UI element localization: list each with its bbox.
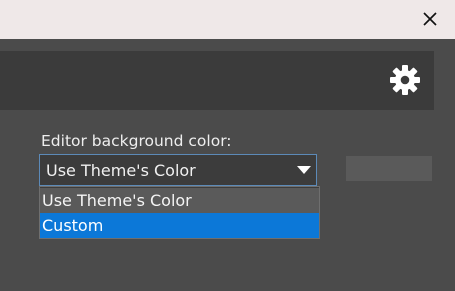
- title-bar: [0, 0, 455, 39]
- settings-button[interactable]: [389, 64, 421, 96]
- dropdown-option-use-theme[interactable]: Use Theme's Color: [40, 188, 319, 213]
- dropdown-list: Use Theme's Color Custom: [39, 186, 320, 239]
- settings-panel: Editor background color: Use Theme's Col…: [0, 39, 455, 291]
- close-button[interactable]: [418, 7, 442, 31]
- chevron-down-icon: [297, 166, 311, 174]
- close-icon: [423, 12, 437, 26]
- background-color-select[interactable]: Use Theme's Color: [39, 154, 317, 186]
- editor-background-label: Editor background color:: [41, 132, 232, 150]
- header-bar: [0, 51, 434, 110]
- color-swatch[interactable]: [346, 156, 432, 181]
- dropdown-option-custom[interactable]: Custom: [40, 213, 319, 238]
- gear-icon: [390, 65, 420, 95]
- select-value: Use Theme's Color: [46, 161, 196, 180]
